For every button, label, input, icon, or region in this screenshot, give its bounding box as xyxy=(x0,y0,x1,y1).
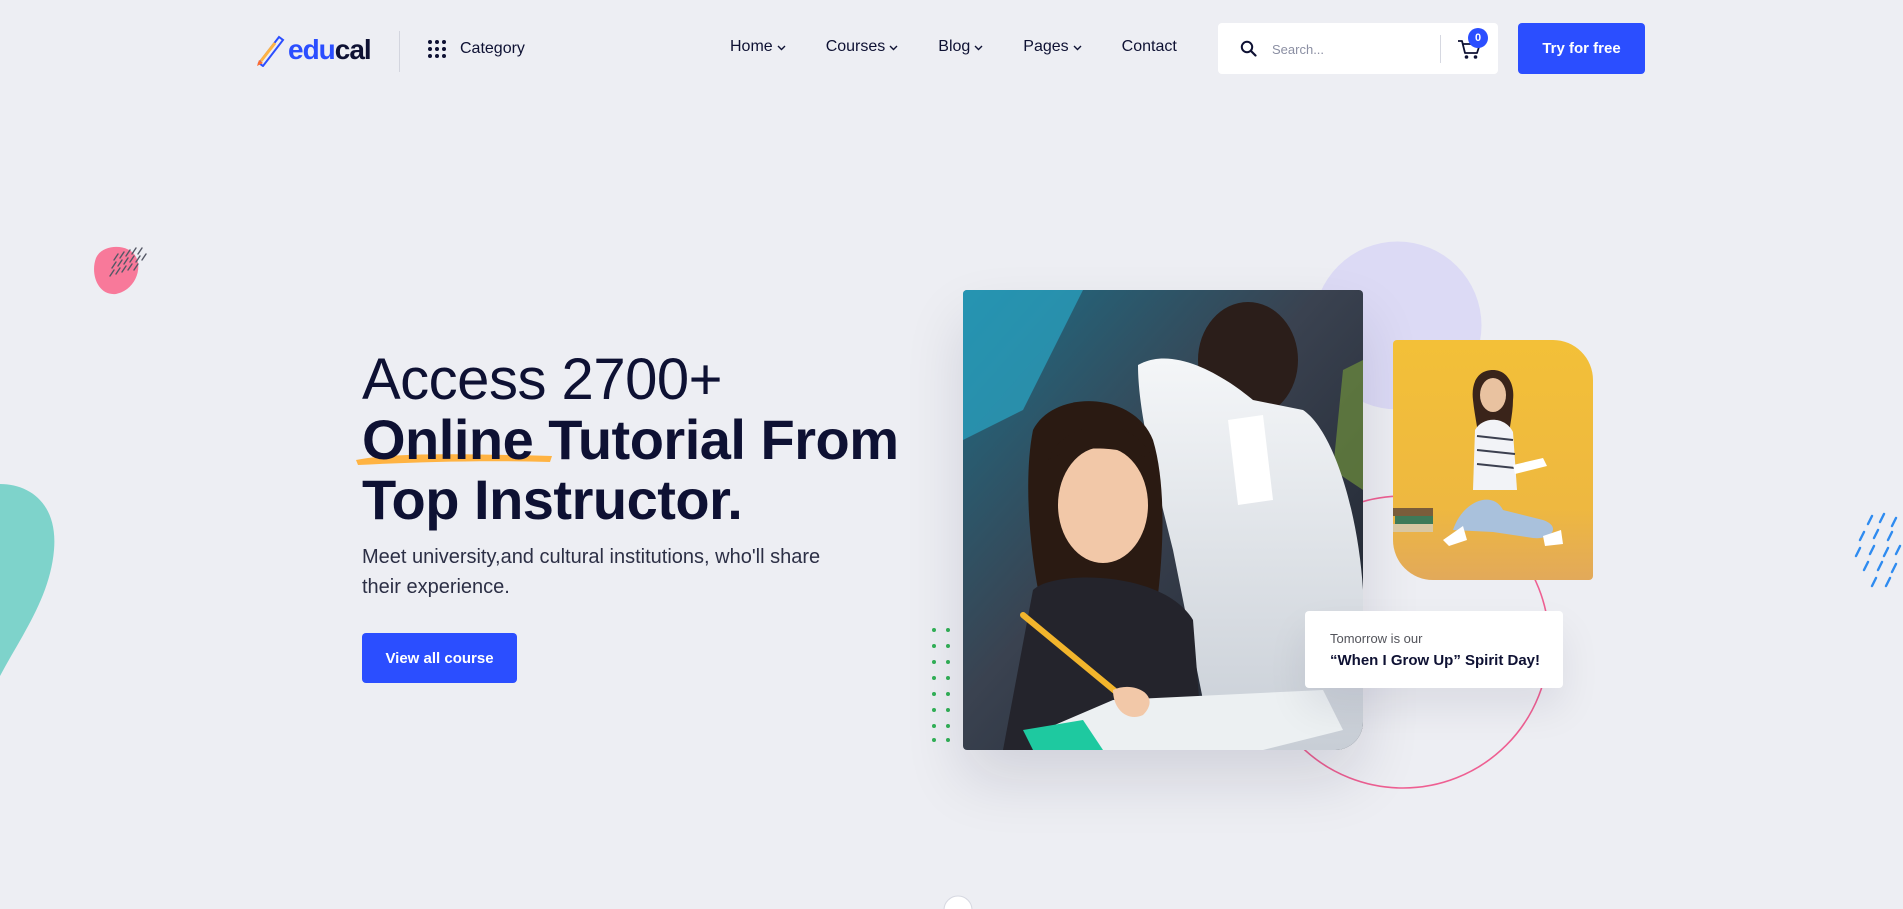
view-all-course-button[interactable]: View all course xyxy=(362,633,517,683)
header-divider xyxy=(399,31,400,72)
event-card-line2: “When I Grow Up” Spirit Day! xyxy=(1330,652,1541,669)
nav-item-home[interactable]: Home xyxy=(730,38,786,56)
nav-label: Blog xyxy=(938,38,971,55)
pink-blob-shape xyxy=(94,246,147,295)
hero-title-line1: Access 2700+ xyxy=(362,347,722,412)
main-nav: Home Courses Blog Pages Contact xyxy=(730,38,1177,56)
nav-item-pages[interactable]: Pages xyxy=(1023,38,1082,56)
site-header: educal Category Home Courses Blog Pages … xyxy=(0,0,1903,100)
nav-item-courses[interactable]: Courses xyxy=(826,38,899,56)
hero-title-line2: Online Tutorial From xyxy=(356,408,982,471)
chevron-down-icon xyxy=(1073,45,1082,50)
search-divider xyxy=(1440,35,1441,63)
hero-title: Access 2700+ Online Tutorial From Top In… xyxy=(356,347,982,531)
nav-label: Contact xyxy=(1121,38,1177,55)
girl-with-notebook-image xyxy=(1393,340,1593,580)
nav-label: Courses xyxy=(825,38,886,55)
pencil-logo-icon xyxy=(257,35,285,67)
hero-subtitle: Meet university,and cultural institution… xyxy=(362,546,821,598)
try-for-free-button[interactable]: Try for free xyxy=(1518,23,1645,74)
search-input[interactable] xyxy=(1272,37,1432,61)
nav-label: Home xyxy=(730,38,773,55)
search-box xyxy=(1218,23,1498,74)
logo-text: educal xyxy=(288,34,372,65)
students-studying-image xyxy=(963,290,1363,750)
green-dots-shape xyxy=(932,628,950,742)
hero-side-photo xyxy=(1393,340,1593,580)
category-menu[interactable]: Category xyxy=(428,36,525,62)
logo[interactable]: educal xyxy=(255,30,372,70)
event-card-line1: Tomorrow is our xyxy=(1330,631,1423,646)
teal-blob-shape xyxy=(0,484,55,676)
nav-item-blog[interactable]: Blog xyxy=(938,38,983,56)
chevron-down-icon xyxy=(974,45,983,50)
hero-title-highlight: Online xyxy=(356,410,552,470)
nav-label: Pages xyxy=(1023,38,1069,55)
chevron-down-icon xyxy=(777,45,786,50)
grid-dots-icon xyxy=(428,40,446,58)
search-icon[interactable] xyxy=(1240,40,1257,57)
event-card: Tomorrow is our “When I Grow Up” Spirit … xyxy=(1305,611,1563,688)
hero-main-photo xyxy=(963,290,1363,750)
scroll-indicator-icon[interactable] xyxy=(943,895,973,909)
hero-title-line3: Top Instructor. xyxy=(362,468,743,531)
hero-title-line2-rest: Tutorial From xyxy=(533,408,899,471)
cart-count-badge: 0 xyxy=(1468,28,1488,48)
blue-dashes-shape xyxy=(1854,512,1902,588)
chevron-down-icon xyxy=(889,45,898,50)
category-label: Category xyxy=(460,40,525,57)
nav-item-contact[interactable]: Contact xyxy=(1122,38,1177,56)
